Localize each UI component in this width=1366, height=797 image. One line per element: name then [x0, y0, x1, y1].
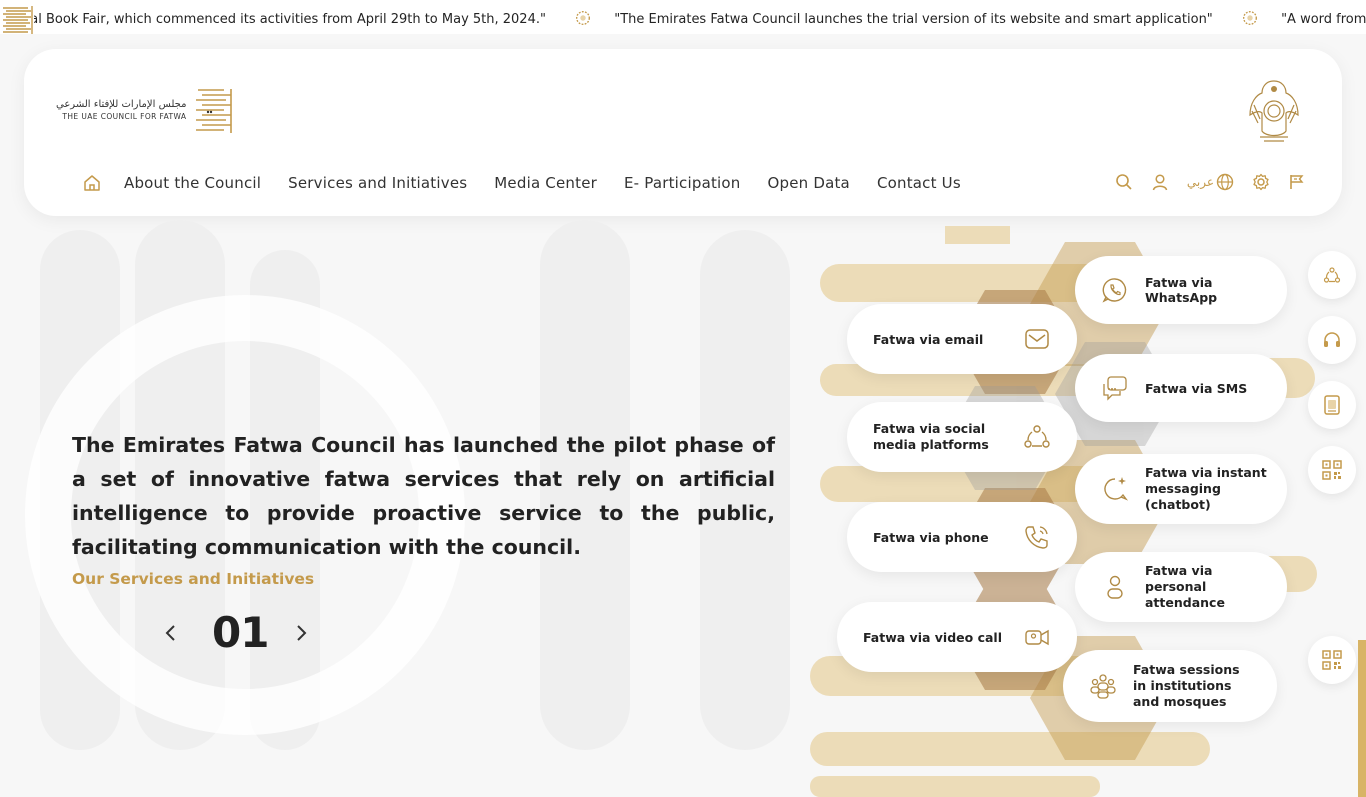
council-logo-icon	[0, 2, 34, 34]
nav-media-center[interactable]: Media Center	[494, 174, 597, 192]
brand-logo[interactable]: مجلس الإمارات للإفتاء الشرعي THE UAE COU…	[56, 87, 234, 135]
service-label: Fatwa via instant messaging (chatbot)	[1145, 465, 1267, 512]
video-call-icon	[1025, 629, 1049, 646]
service-label: Fatwa via social media platforms	[873, 421, 989, 452]
chevron-right-icon[interactable]	[290, 622, 312, 644]
settings-icon[interactable]	[1252, 173, 1270, 191]
language-label: عربي	[1186, 175, 1214, 189]
brand-name-english: THE UAE COUNCIL FOR FATWA	[62, 112, 187, 121]
service-label: Fatwa via email	[873, 331, 984, 347]
chatbot-icon	[1104, 477, 1129, 501]
globe-icon	[1216, 173, 1234, 191]
header-tools: عربي	[1097, 173, 1306, 191]
service-social-media[interactable]: Fatwa via social media platforms	[847, 402, 1077, 472]
service-label: Fatwa via video call	[863, 629, 1002, 645]
whatsapp-icon	[1102, 278, 1127, 303]
language-switch[interactable]: عربي	[1187, 173, 1234, 191]
service-whatsapp[interactable]: Fatwa via WhatsApp	[1075, 256, 1287, 324]
ornament-icon	[576, 11, 591, 25]
services-link[interactable]: Our Services and Initiatives	[72, 570, 314, 588]
slide-pager: 01	[160, 608, 312, 657]
qr-code-icon	[1322, 460, 1342, 480]
document-icon	[1324, 395, 1340, 415]
ticker-item[interactable]: "The Emirates Fatwa Council launches the…	[614, 12, 1213, 27]
qr-code-button-secondary[interactable]	[1308, 636, 1356, 684]
service-sessions[interactable]: Fatwa sessions in institutions and mosqu…	[1063, 650, 1277, 722]
news-ticker: nal Book Fair, which commenced its activ…	[0, 0, 1366, 34]
service-label: Fatwa via phone	[873, 529, 989, 545]
qr-code-icon	[1322, 650, 1342, 670]
services-panel: Fatwa via email Fatwa via social media p…	[805, 226, 1325, 797]
share-button[interactable]	[1308, 251, 1356, 299]
side-accent-bar	[1358, 640, 1366, 797]
ticker-track: nal Book Fair, which commenced its activ…	[22, 9, 1366, 27]
hero-statement: The Emirates Fatwa Council has launched …	[72, 433, 775, 559]
council-logo-icon	[196, 89, 233, 133]
person-icon	[1107, 575, 1123, 599]
home-icon[interactable]	[82, 173, 102, 193]
nav-open-data[interactable]: Open Data	[768, 174, 850, 192]
service-phone[interactable]: Fatwa via phone	[847, 502, 1077, 572]
phone-icon	[1025, 526, 1048, 549]
group-icon	[1090, 674, 1116, 699]
service-label: Fatwa via SMS	[1145, 380, 1248, 396]
mobile-app-button[interactable]	[1308, 381, 1356, 429]
site-header: مجلس الإمارات للإفتاء الشرعي THE UAE COU…	[24, 49, 1342, 216]
search-icon[interactable]	[1115, 173, 1133, 191]
share-icon	[1323, 267, 1341, 283]
service-email[interactable]: Fatwa via email	[847, 304, 1077, 374]
brand-name-arabic: مجلس الإمارات للإفتاء الشرعي	[56, 99, 187, 110]
service-personal-attendance[interactable]: Fatwa via personal attendance	[1075, 552, 1287, 622]
support-button[interactable]	[1308, 316, 1356, 364]
share-icon	[1024, 425, 1050, 448]
ticker-item[interactable]: "A word from	[1281, 12, 1366, 27]
mail-icon	[1025, 329, 1049, 349]
service-sms[interactable]: Fatwa via SMS	[1075, 354, 1287, 422]
ticker-item[interactable]: nal Book Fair, which commenced its activ…	[22, 12, 546, 27]
service-video-call[interactable]: Fatwa via video call	[837, 602, 1077, 672]
user-icon[interactable]	[1151, 173, 1169, 191]
chevron-left-icon[interactable]	[160, 622, 182, 644]
qr-code-button[interactable]	[1308, 446, 1356, 494]
nav-services[interactable]: Services and Initiatives	[288, 174, 467, 192]
service-label: Fatwa via WhatsApp	[1145, 275, 1218, 305]
flag-icon[interactable]	[1288, 173, 1306, 191]
nav-contact[interactable]: Contact Us	[877, 174, 961, 192]
nav-about[interactable]: About the Council	[124, 174, 261, 192]
service-label: Fatwa via personal attendance	[1145, 563, 1225, 610]
slide-number: 01	[212, 608, 269, 657]
ornament-icon	[1242, 11, 1257, 25]
sms-icon	[1103, 376, 1127, 401]
service-label: Fatwa sessions in institutions and mosqu…	[1133, 662, 1240, 709]
main-nav: About the Council Services and Initiativ…	[82, 173, 988, 193]
headset-icon	[1324, 332, 1340, 347]
service-chatbot[interactable]: Fatwa via instant messaging (chatbot)	[1075, 454, 1287, 524]
uae-emblem-icon	[1249, 80, 1299, 142]
nav-e-participation[interactable]: E- Participation	[624, 174, 741, 192]
